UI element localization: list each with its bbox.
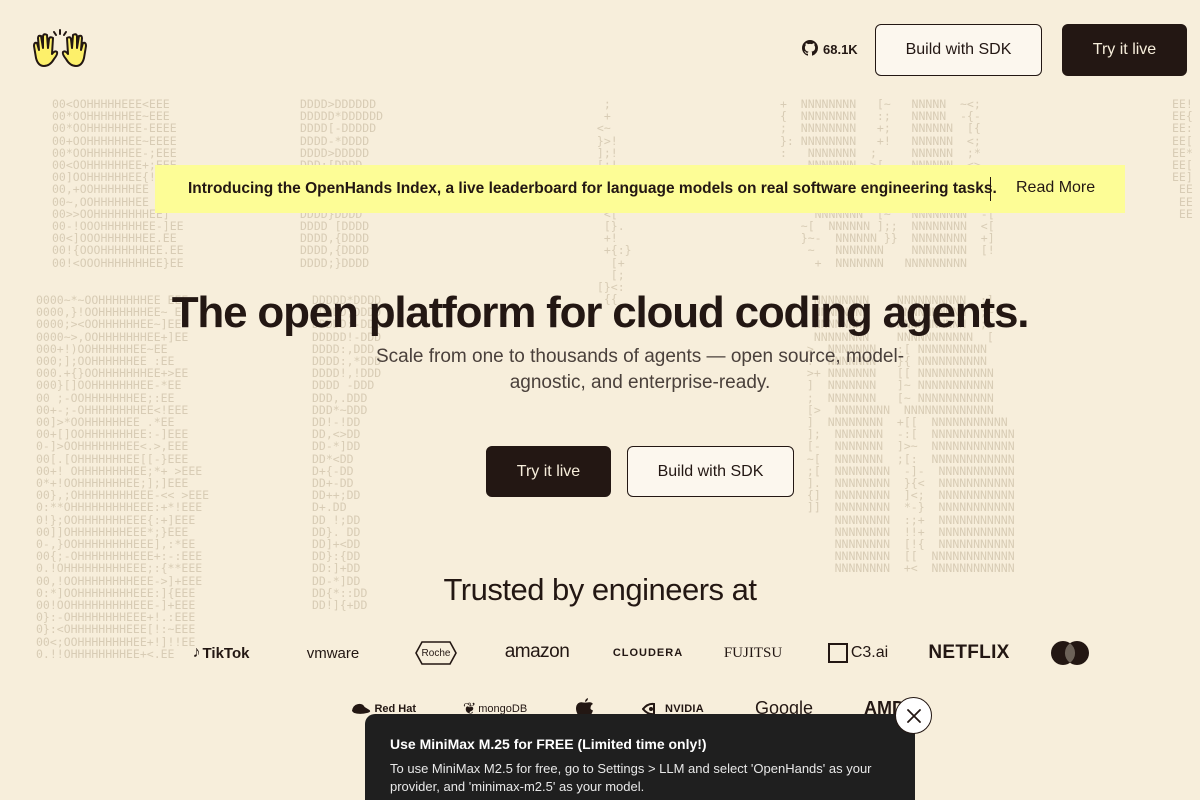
openhands-logo-icon[interactable] xyxy=(30,28,90,72)
toast-title: Use MiniMax M.25 for FREE (Limited time … xyxy=(390,736,707,752)
hero-title: The open platform for cloud coding agent… xyxy=(171,288,1030,337)
c3ai-mark-icon xyxy=(827,643,848,663)
hero-try-it-live-button[interactable]: Try it live xyxy=(486,446,611,497)
header-try-it-live-button[interactable]: Try it live xyxy=(1062,24,1187,76)
c3ai-logo: C3.ai xyxy=(824,641,892,665)
promo-toast: Use MiniMax M.25 for FREE (Limited time … xyxy=(365,714,915,800)
github-stars-link[interactable]: 68.1K xyxy=(802,40,858,59)
cloudera-logo: CLOUDERA xyxy=(612,647,684,659)
announcement-text: Introducing the OpenHands Index, a live … xyxy=(188,180,997,197)
header-build-with-sdk-button[interactable]: Build with SDK xyxy=(875,24,1042,76)
netflix-logo: NETFLIX xyxy=(928,642,1010,663)
ascii-art-background: 00<OOHHHHHEEE<EEE 00*OOHHHHHHEE~EEE 00*O… xyxy=(36,97,1193,661)
roche-logo: Roche xyxy=(414,640,458,666)
announcement-divider xyxy=(990,177,991,201)
hero-subtitle: Scale from one to thousands of agents — … xyxy=(375,346,905,393)
toast-close-button[interactable] xyxy=(895,697,932,734)
close-icon xyxy=(906,708,921,723)
trusted-by-heading: Trusted by engineers at xyxy=(443,572,757,607)
read-more-link[interactable]: Read More xyxy=(1016,179,1095,197)
site-header: 68.1K Build with SDK Try it live xyxy=(0,0,1200,98)
tiktok-logo: ♪ TikTok xyxy=(192,644,250,662)
vmware-logo: vmware xyxy=(306,644,360,662)
mastercard-logo-icon xyxy=(1050,640,1090,666)
github-star-count: 68.1K xyxy=(823,42,858,57)
github-icon xyxy=(802,40,818,59)
fujitsu-logo: FUJITSU xyxy=(723,644,783,661)
hero-build-with-sdk-button[interactable]: Build with SDK xyxy=(627,446,794,497)
amazon-logo: amazon xyxy=(504,641,570,662)
redhat-hat-icon xyxy=(351,703,371,714)
announcement-banner: Introducing the OpenHands Index, a live … xyxy=(155,165,1125,213)
toast-body: To use MiniMax M2.5 for free, go to Sett… xyxy=(390,761,872,794)
tiktok-note-icon: ♪ xyxy=(192,644,201,661)
